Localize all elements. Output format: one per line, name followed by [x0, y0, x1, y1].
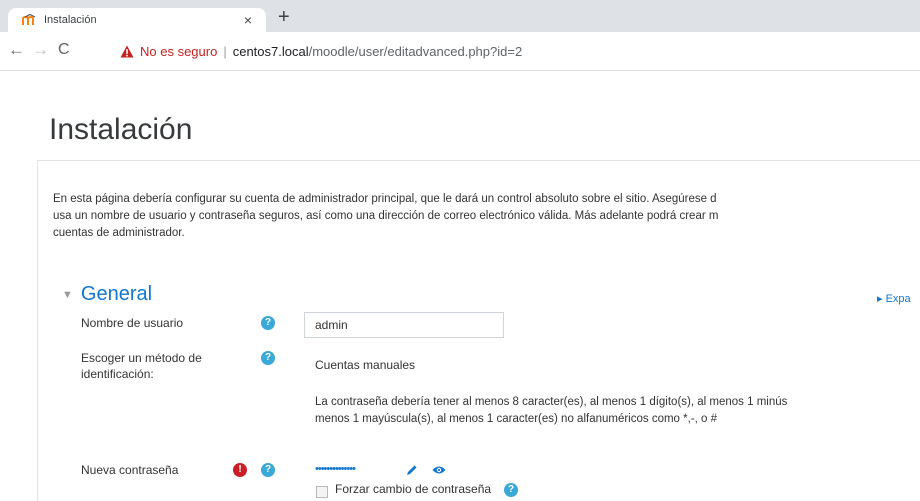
new-tab-button[interactable]: + [278, 7, 290, 27]
url-host: centos7.local [232, 43, 309, 59]
required-icon: ! [233, 463, 247, 477]
collapse-caret-icon[interactable]: ▼ [62, 289, 73, 301]
browser-tab-bar: Instalación × + [0, 0, 920, 32]
address-bar[interactable]: No es seguro | centos7.local/moodle/user… [120, 41, 522, 61]
auth-label-line: Escoger un método de [81, 351, 202, 365]
pencil-icon[interactable] [406, 464, 418, 476]
reload-icon[interactable]: C [58, 41, 70, 59]
section-general-header[interactable]: ▼ General [62, 283, 152, 306]
security-status[interactable]: No es seguro [140, 44, 217, 59]
url-path: /moodle/user/editadvanced.php?id=2 [308, 43, 523, 59]
policy-line: La contraseña debería tener al menos 8 c… [315, 396, 788, 408]
password-policy-text: La contraseña debería tener al menos 8 c… [315, 394, 787, 428]
page-title: Instalación [49, 113, 193, 146]
new-password-label: Nueva contraseña [81, 463, 179, 477]
force-change-label[interactable]: Forzar cambio de contraseña [335, 482, 491, 496]
warning-icon[interactable] [120, 45, 134, 58]
help-icon[interactable]: ? [261, 351, 275, 365]
help-icon[interactable]: ? [261, 316, 275, 330]
moodle-favicon [22, 14, 36, 25]
help-icon[interactable]: ? [261, 463, 275, 477]
auth-method-value: Cuentas manuales [315, 358, 416, 372]
browser-tab[interactable]: Instalación × [8, 8, 266, 32]
intro-line: usa un nombre de usuario y contraseña se… [53, 210, 719, 222]
intro-text: En esta página debería configurar su cue… [53, 191, 920, 242]
force-change-checkbox[interactable] [316, 486, 328, 498]
back-arrow-icon[interactable]: ← [8, 41, 25, 59]
auth-method-label: Escoger un método de identificación: [81, 350, 202, 382]
browser-toolbar: ← → C No es seguro | centos7.local/moodl… [0, 32, 920, 71]
policy-line: menos 1 mayúscula(s), al menos 1 caracte… [315, 413, 718, 425]
tab-title: Instalación [44, 14, 97, 26]
intro-line: En esta página debería configurar su cue… [53, 193, 717, 205]
auth-label-line: identificación: [81, 367, 154, 381]
help-icon[interactable]: ? [504, 483, 518, 497]
url-separator: | [223, 43, 227, 59]
expand-all-link[interactable]: ▸ Expa [877, 292, 911, 305]
forward-arrow-icon[interactable]: → [32, 41, 49, 59]
username-label: Nombre de usuario [81, 316, 184, 330]
masked-password[interactable]: •••••••••••••• [315, 463, 356, 475]
intro-line: cuentas de administrador. [53, 227, 185, 239]
section-title[interactable]: General [81, 283, 152, 306]
eye-icon[interactable] [432, 465, 446, 475]
username-input[interactable]: admin [304, 312, 504, 338]
tab-close-icon[interactable]: × [244, 12, 252, 28]
